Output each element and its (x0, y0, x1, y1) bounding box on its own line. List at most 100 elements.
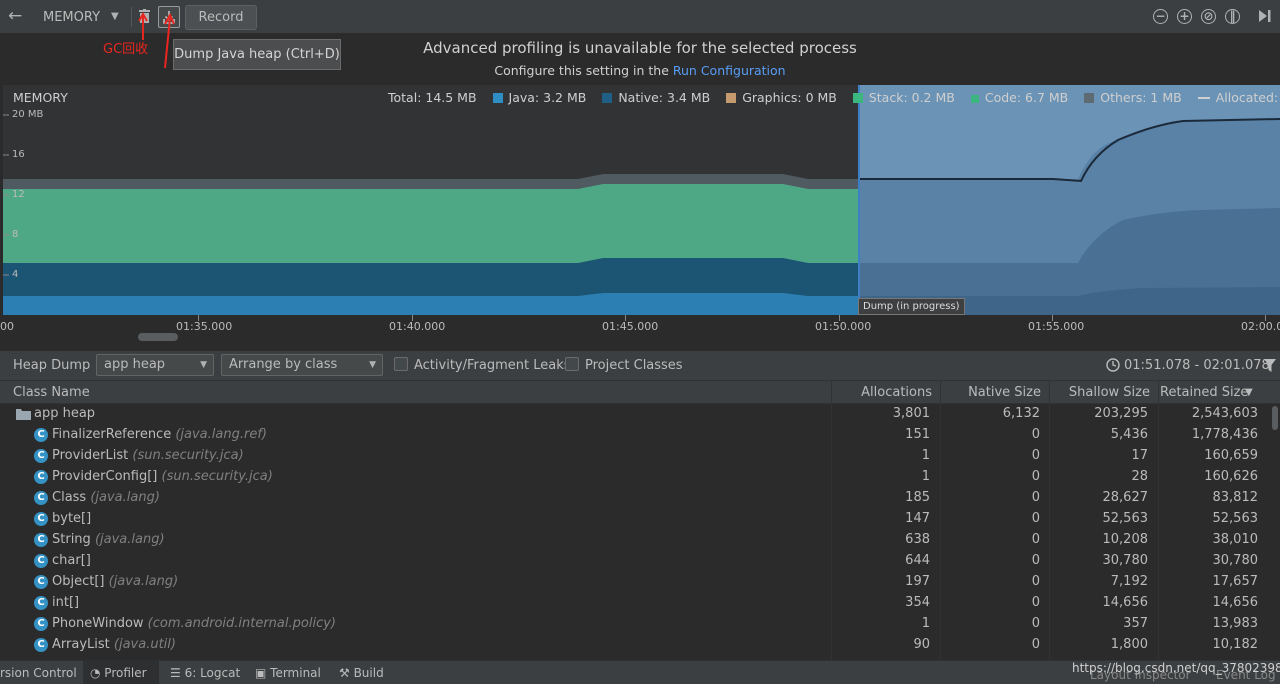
memory-chart-svg (3, 85, 1280, 315)
logcat-tab-label: 6: Logcat (184, 666, 241, 680)
package-name: (java.lang) (94, 532, 165, 547)
table-row[interactable]: C ProviderConfig[] (sun.security.jca) 1 0 28… (0, 467, 1270, 488)
legend-swatch (1197, 97, 1210, 99)
cell-allocations: 3,801 (892, 406, 930, 421)
class-name-cell: Object[] (java.lang) (52, 574, 178, 589)
profiling-unavailable-subtitle: Configure this setting in the Run Config… (0, 63, 1280, 78)
chart-title: MEMORY (13, 90, 68, 105)
time-range: 01:51.078 - 02:01.078 (1124, 358, 1270, 373)
package-name: (com.android.internal.policy) (147, 616, 336, 631)
arrange-select[interactable]: Arrange by class ▼ (221, 354, 383, 376)
class-name: char[] (52, 553, 91, 568)
legend-stack: Stack: 0.2 MB (852, 90, 955, 105)
table-scrollbar-thumb[interactable] (1272, 406, 1278, 430)
cell-shallow-size: 14,656 (1102, 595, 1149, 610)
heap-select[interactable]: app heap ▼ (96, 354, 214, 376)
activity-leaks-checkbox[interactable] (394, 357, 408, 371)
x-tick-label: 01:55.000 (1028, 320, 1085, 333)
record-button[interactable]: Record (185, 5, 257, 30)
profiler-selector-label[interactable]: MEMORY (43, 10, 100, 25)
legend-allocated: Allocated: N/A (1197, 90, 1280, 105)
col-retained-size[interactable]: Retained Size (1160, 385, 1248, 400)
chevron-down-icon[interactable]: ▼ (111, 11, 119, 22)
folder-icon (16, 409, 31, 420)
legend-label: Code: 6.7 MB (984, 90, 1069, 105)
class-name: Object[] (52, 574, 105, 589)
cell-native-size: 0 (1031, 448, 1040, 463)
timeline-scrollbar[interactable] (138, 333, 178, 341)
class-icon: C (34, 596, 48, 610)
gauge-icon: ◔ (90, 666, 105, 680)
cell-native-size: 0 (1031, 490, 1040, 505)
cell-shallow-size: 357 (1123, 616, 1148, 631)
table-row[interactable]: Cchar[] 644 0 30,780 30,780 (0, 551, 1270, 572)
x-tick-label: 01:50.000 (815, 320, 872, 333)
legend-label: Others: 1 MB (1100, 90, 1182, 105)
cell-allocations: 1 (921, 469, 930, 484)
pause-icon[interactable]: ‖ (1225, 9, 1240, 24)
heap-select-value: app heap (104, 357, 166, 372)
cell-shallow-size: 10,208 (1102, 532, 1149, 547)
project-classes-checkbox[interactable] (565, 357, 579, 371)
legend-label: Stack: 0.2 MB (868, 90, 955, 105)
run-configuration-link[interactable]: Run Configuration (673, 63, 786, 78)
go-to-live-icon[interactable] (1258, 9, 1272, 23)
legend-swatch (726, 93, 737, 103)
table-row[interactable]: Cint[] 354 0 14,656 14,656 (0, 593, 1270, 614)
cell-native-size: 0 (1031, 427, 1040, 442)
table-scrollbar-track[interactable] (1270, 404, 1280, 660)
cell-allocations: 197 (905, 574, 930, 589)
col-class-name[interactable]: Class Name (13, 385, 90, 400)
logcat-tab[interactable]: ☰ 6: Logcat (170, 666, 240, 680)
table-row[interactable]: C ProviderList (sun.security.jca) 1 0 17 160,… (0, 446, 1270, 467)
table-row-root[interactable]: app heap 3,801 6,132 203,295 2,543,603 (0, 404, 1270, 425)
project-classes-label: Project Classes (585, 358, 683, 373)
version-control-tab[interactable]: rsion Control (0, 666, 77, 680)
class-name-cell: char[] (52, 553, 91, 568)
cell-retained-size: 17,657 (1212, 574, 1259, 589)
col-shallow-size[interactable]: Shallow Size (1050, 385, 1150, 400)
cell-native-size: 0 (1031, 616, 1040, 631)
cell-retained-size: 1,778,436 (1191, 427, 1258, 442)
y-tick-label: 20 MB (12, 109, 44, 120)
cell-shallow-size: 52,563 (1102, 511, 1149, 526)
package-name: (sun.security.jca) (132, 448, 244, 463)
filter-icon[interactable] (1264, 359, 1276, 372)
x-tick-label: 00 (0, 320, 14, 333)
cell-allocations: 354 (905, 595, 930, 610)
zoom-out-icon[interactable]: − (1153, 9, 1168, 24)
cell-native-size: 0 (1031, 595, 1040, 610)
package-name: (java.lang) (108, 574, 179, 589)
class-icon: C (34, 428, 48, 442)
memory-chart[interactable] (3, 85, 1280, 315)
package-name: (java.lang.ref) (175, 427, 267, 442)
clock-icon (1106, 358, 1120, 372)
col-native-size[interactable]: Native Size (941, 385, 1041, 400)
terminal-tab[interactable]: ▣ Terminal (255, 666, 321, 680)
back-arrow-icon[interactable]: ← (8, 8, 22, 25)
class-name-cell: int[] (52, 595, 79, 610)
cell-retained-size: 14,656 (1212, 595, 1259, 610)
table-row[interactable]: Cbyte[] 147 0 52,563 52,563 (0, 509, 1270, 530)
table-row[interactable]: C ArrayList (java.util) 90 0 1,800 10,182 (0, 635, 1270, 656)
col-allocations[interactable]: Allocations (832, 385, 932, 400)
profiler-tab[interactable]: ◔ Profiler (90, 666, 147, 680)
reset-zoom-icon[interactable]: ⊘ (1201, 9, 1216, 24)
chevron-down-icon: ▼ (369, 360, 376, 370)
build-tab-label: Build (353, 666, 384, 680)
time-axis[interactable]: 00 01:35.000 01:40.000 01:45.000 01:50.0… (0, 315, 1280, 347)
zoom-in-icon[interactable]: + (1177, 9, 1192, 24)
build-tab[interactable]: ⚒ Build (339, 666, 384, 680)
cell-native-size: 0 (1031, 532, 1040, 547)
cell-allocations: 90 (913, 637, 930, 652)
table-row[interactable]: C PhoneWindow (com.android.internal.polic… (0, 614, 1270, 635)
y-tick-label: 12 (12, 189, 25, 200)
table-row[interactable]: C Class (java.lang) 185 0 28,627 83,812 (0, 488, 1270, 509)
table-row[interactable]: C String (java.lang) 638 0 10,208 38,010 (0, 530, 1270, 551)
table-row[interactable]: C Object[] (java.lang) 197 0 7,192 17,657 (0, 572, 1270, 593)
x-tick-label: 01:45.000 (602, 320, 659, 333)
class-name-cell: FinalizerReference (java.lang.ref) (52, 427, 267, 442)
class-name: Class (52, 490, 87, 505)
x-tick-label: 01:35.000 (176, 320, 233, 333)
table-row[interactable]: C FinalizerReference (java.lang.ref) 151 0 5… (0, 425, 1270, 446)
